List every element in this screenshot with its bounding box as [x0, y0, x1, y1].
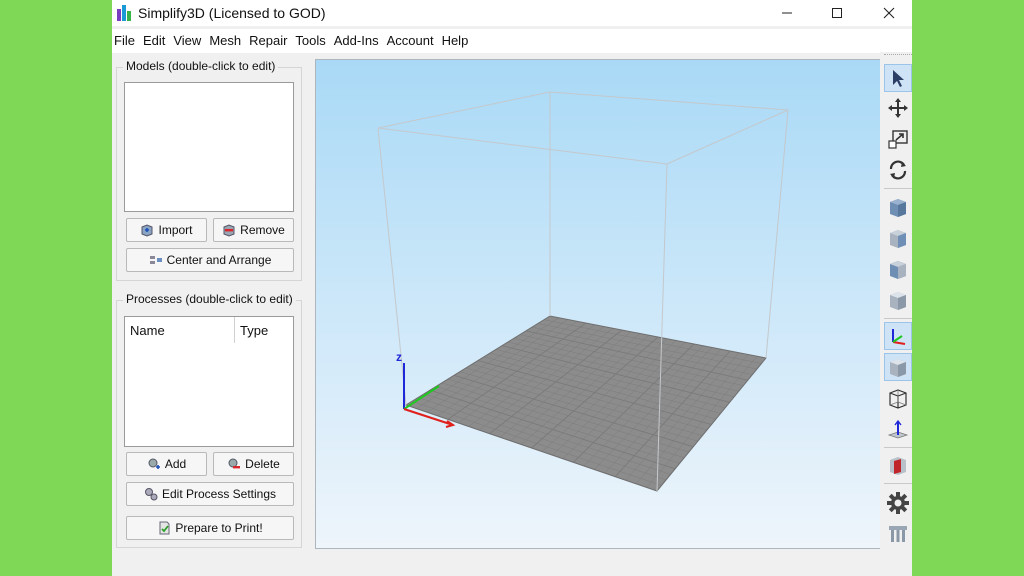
- menu-file[interactable]: File: [112, 29, 141, 53]
- models-panel-title: Models (double-click to edit): [123, 59, 279, 73]
- import-cube-icon: [141, 224, 153, 237]
- 3d-viewport[interactable]: z: [315, 59, 881, 549]
- settings-button[interactable]: [884, 489, 912, 517]
- view-cube-1-button[interactable]: [884, 193, 912, 221]
- center-arrange-icon: [149, 256, 162, 264]
- remove-label: Remove: [240, 223, 285, 237]
- view-cube-4-button[interactable]: [884, 286, 912, 314]
- solid-view-icon: [890, 359, 906, 377]
- menu-help[interactable]: Help: [440, 29, 475, 53]
- solid-view-button[interactable]: [884, 353, 912, 381]
- move-tool-button[interactable]: [884, 94, 912, 122]
- menu-tools[interactable]: Tools: [293, 29, 331, 53]
- settings-gear-icon: [887, 492, 909, 514]
- window-title: Simplify3D (Licensed to GOD): [138, 5, 326, 21]
- view-cube-2-button[interactable]: [884, 224, 912, 252]
- column-type[interactable]: Type: [240, 323, 268, 338]
- title-bar: Simplify3D (Licensed to GOD): [112, 0, 912, 26]
- prepare-print-icon: [159, 521, 170, 535]
- models-panel: Models (double-click to edit) Import Rem…: [116, 59, 302, 281]
- supports-button[interactable]: [884, 520, 912, 548]
- menu-view[interactable]: View: [171, 29, 207, 53]
- close-icon: [883, 7, 895, 19]
- axes-toggle-icon: [892, 329, 906, 345]
- maximize-button[interactable]: [814, 0, 860, 26]
- bed-plate: [404, 315, 767, 492]
- bed-toggle-button[interactable]: [884, 415, 912, 443]
- prepare-to-print-button[interactable]: Prepare to Print!: [126, 516, 294, 540]
- axes-toggle-button[interactable]: [884, 322, 912, 350]
- app-logo-icon: [117, 5, 131, 21]
- process-settings-icon: [144, 488, 158, 501]
- scale-icon: [888, 130, 908, 149]
- processes-panel: Processes (double-click to edit) Name Ty…: [116, 292, 302, 548]
- delete-process-icon: [228, 458, 241, 469]
- processes-panel-title: Processes (double-click to edit): [123, 292, 296, 306]
- cross-section-button[interactable]: [884, 451, 912, 479]
- edit-process-settings-label: Edit Process Settings: [161, 487, 277, 501]
- rotate-tool-button[interactable]: [884, 156, 912, 184]
- menu-repair[interactable]: Repair: [247, 29, 293, 53]
- move-icon: [888, 98, 908, 118]
- select-arrow-icon: [893, 70, 904, 87]
- menu-add-ins[interactable]: Add-Ins: [332, 29, 385, 53]
- app-window: Simplify3D (Licensed to GOD) File Edit V…: [112, 0, 912, 576]
- view-cube-4-icon: [890, 292, 906, 310]
- center-arrange-label: Center and Arrange: [166, 253, 272, 267]
- minimize-icon: [782, 12, 792, 14]
- edit-process-settings-button[interactable]: Edit Process Settings: [126, 482, 294, 506]
- remove-cube-icon: [223, 224, 235, 237]
- remove-button[interactable]: Remove: [213, 218, 294, 242]
- minimize-button[interactable]: [764, 0, 810, 26]
- column-divider: [234, 317, 235, 343]
- prepare-to-print-label: Prepare to Print!: [175, 521, 263, 535]
- view-cube-1-icon: [890, 199, 906, 217]
- processes-list[interactable]: Name Type: [124, 316, 294, 447]
- delete-process-label: Delete: [245, 457, 280, 471]
- wireframe-view-button[interactable]: [884, 384, 912, 412]
- wireframe-view-icon: [889, 389, 907, 409]
- column-name[interactable]: Name: [130, 323, 165, 338]
- menu-mesh[interactable]: Mesh: [207, 29, 247, 53]
- scale-tool-button[interactable]: [884, 125, 912, 153]
- status-bar: [112, 552, 912, 576]
- add-process-icon: [148, 458, 160, 469]
- import-button[interactable]: Import: [126, 218, 207, 242]
- models-list[interactable]: [124, 82, 294, 212]
- view-cube-3-button[interactable]: [884, 255, 912, 283]
- build-volume-scene: z: [377, 91, 789, 492]
- maximize-icon: [832, 8, 842, 18]
- view-cube-3-icon: [890, 261, 906, 279]
- menu-account[interactable]: Account: [385, 29, 440, 53]
- cross-section-icon: [890, 457, 906, 475]
- view-cube-2-icon: [890, 230, 906, 248]
- import-label: Import: [158, 223, 193, 237]
- menu-edit[interactable]: Edit: [141, 29, 171, 53]
- add-process-button[interactable]: Add: [126, 452, 207, 476]
- supports-icon: [889, 526, 907, 542]
- view-toolbar: [880, 52, 912, 576]
- bed-toggle-icon: [887, 419, 909, 439]
- rotate-icon: [889, 160, 907, 180]
- menu-bar: File Edit View Mesh Repair Tools Add-Ins…: [112, 29, 912, 53]
- center-arrange-button[interactable]: Center and Arrange: [126, 248, 294, 272]
- add-process-label: Add: [164, 457, 187, 471]
- delete-process-button[interactable]: Delete: [213, 452, 294, 476]
- select-tool-button[interactable]: [884, 64, 912, 92]
- close-button[interactable]: [866, 0, 912, 26]
- z-axis-label: z: [396, 350, 402, 364]
